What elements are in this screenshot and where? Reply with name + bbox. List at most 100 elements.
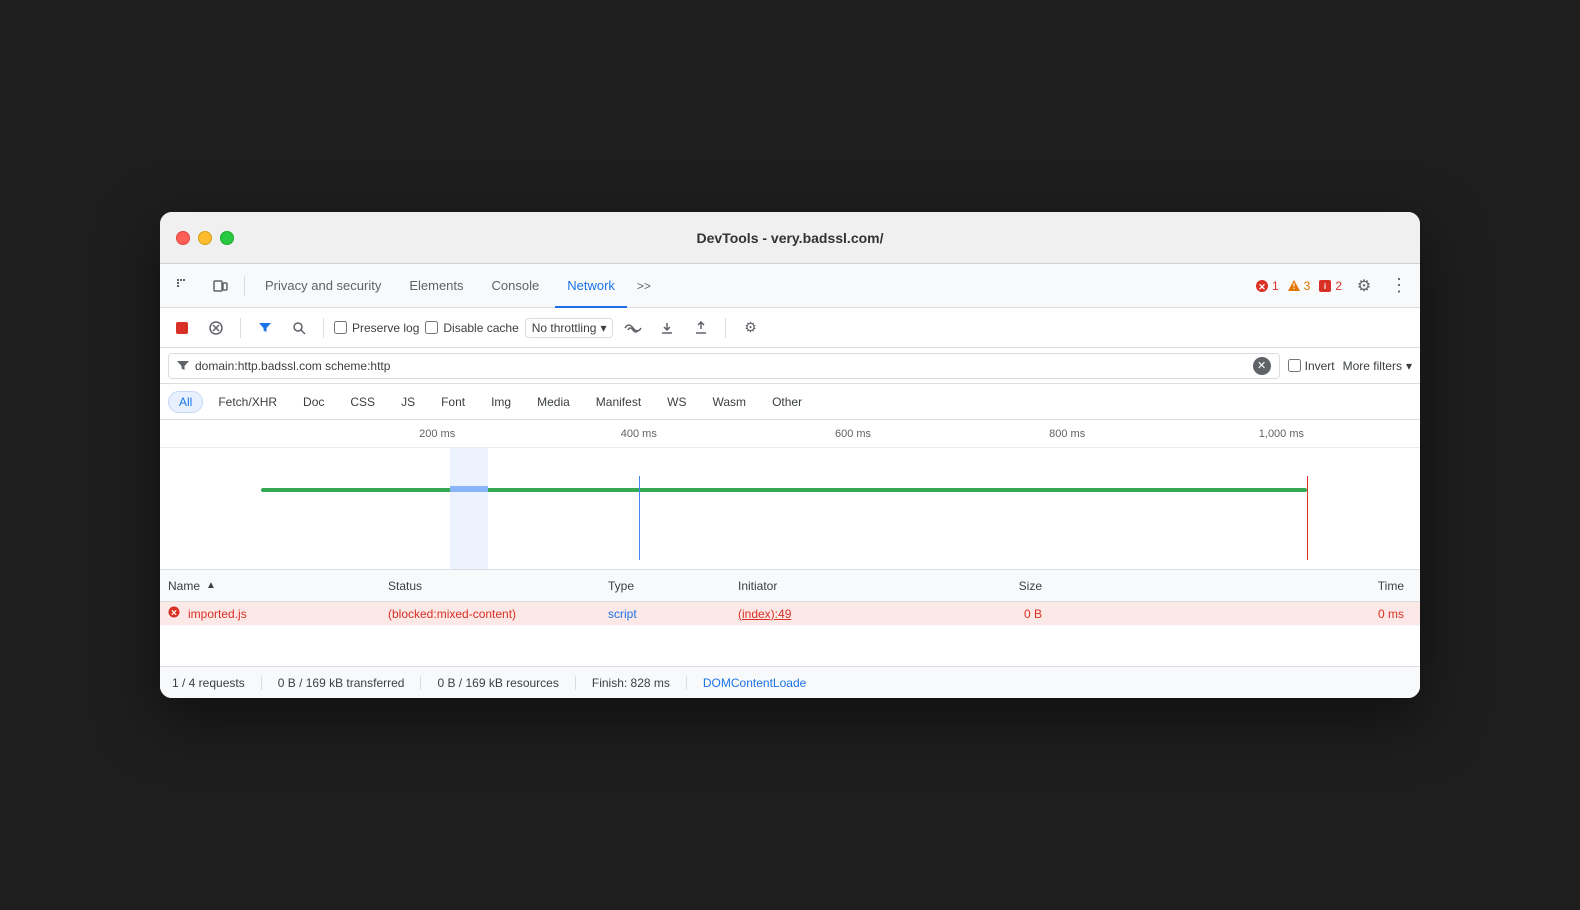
import-icon[interactable] — [653, 314, 681, 342]
tab-privacy[interactable]: Privacy and security — [253, 264, 393, 308]
ruler-800ms: 800 ms — [1049, 428, 1085, 440]
type-filter-doc[interactable]: Doc — [292, 391, 335, 413]
main-toolbar: Privacy and security Elements Console Ne… — [160, 264, 1420, 308]
row-error-icon: ✕ — [168, 606, 180, 621]
row-initiator-cell: (index):49 — [738, 607, 938, 621]
search-icon[interactable] — [285, 314, 313, 342]
disable-cache-checkbox[interactable] — [425, 321, 438, 334]
type-filter-all[interactable]: All — [168, 391, 203, 413]
type-filter-ws[interactable]: WS — [656, 391, 697, 413]
maximize-button[interactable] — [220, 231, 234, 245]
row-type-cell: script — [608, 607, 738, 621]
devtools-window: DevTools - very.badssl.com/ Privacy and … — [160, 212, 1420, 698]
inspector-icon[interactable] — [168, 270, 200, 302]
tab-overflow[interactable]: >> — [631, 279, 657, 293]
info-icon: i — [1318, 279, 1332, 293]
timeline-area: 200 ms 400 ms 600 ms 800 ms 1,000 ms — [160, 420, 1420, 570]
export-icon[interactable] — [687, 314, 715, 342]
empty-area — [160, 626, 1420, 666]
table-row[interactable]: ✕ imported.js (blocked:mixed-content) sc… — [160, 602, 1420, 626]
ruler-1000ms: 1,000 ms — [1259, 428, 1304, 440]
warning-badge[interactable]: ! 3 — [1287, 279, 1311, 293]
preserve-log-label[interactable]: Preserve log — [334, 321, 419, 335]
minimize-button[interactable] — [198, 231, 212, 245]
network-conditions-icon[interactable] — [619, 314, 647, 342]
tab-elements[interactable]: Elements — [397, 264, 475, 308]
preserve-log-checkbox[interactable] — [334, 321, 347, 334]
type-filter-fetch[interactable]: Fetch/XHR — [207, 391, 288, 413]
status-requests: 1 / 4 requests — [172, 676, 262, 690]
more-options-icon[interactable]: ⋮ — [1386, 275, 1412, 296]
sort-arrow-icon: ▲ — [206, 580, 216, 591]
type-filter-css[interactable]: CSS — [339, 391, 386, 413]
timeline-blue-segment — [450, 486, 488, 492]
status-finish: Finish: 828 ms — [592, 676, 687, 690]
col-header-name[interactable]: Name ▲ — [168, 579, 388, 593]
title-bar: DevTools - very.badssl.com/ — [160, 212, 1420, 264]
settings-icon[interactable]: ⚙ — [1350, 272, 1378, 300]
close-button[interactable] — [176, 231, 190, 245]
status-domcontentloaded[interactable]: DOMContentLoade — [703, 676, 806, 690]
throttle-select[interactable]: No throttling ▾ — [525, 318, 614, 338]
error-badge[interactable]: ✕ 1 — [1255, 279, 1279, 293]
invert-label[interactable]: Invert — [1288, 359, 1335, 373]
toolbar-divider-1 — [244, 276, 245, 296]
table-body: ✕ imported.js (blocked:mixed-content) sc… — [160, 602, 1420, 626]
more-filters-button[interactable]: More filters ▾ — [1343, 359, 1412, 373]
error-circle-icon: ✕ — [1255, 279, 1269, 293]
filter-funnel-icon — [177, 360, 189, 372]
col-header-time[interactable]: Time — [1058, 579, 1412, 593]
status-transferred: 0 B / 169 kB transferred — [278, 676, 422, 690]
more-filters-chevron-icon: ▾ — [1406, 359, 1412, 373]
toolbar-divider-4 — [725, 318, 726, 338]
type-filter-img[interactable]: Img — [480, 391, 522, 413]
row-name-cell: ✕ imported.js — [168, 606, 388, 621]
type-filter-bar: All Fetch/XHR Doc CSS JS Font Img Media … — [160, 384, 1420, 420]
type-filter-js[interactable]: JS — [390, 391, 426, 413]
col-header-status[interactable]: Status — [388, 579, 608, 593]
type-filter-manifest[interactable]: Manifest — [585, 391, 652, 413]
timeline-chart — [160, 448, 1420, 570]
toolbar-divider-3 — [323, 318, 324, 338]
svg-text:!: ! — [1292, 282, 1295, 291]
ruler-400ms: 400 ms — [621, 428, 657, 440]
record-stop-icon[interactable] — [168, 314, 196, 342]
type-filter-font[interactable]: Font — [430, 391, 476, 413]
device-mode-icon[interactable] — [204, 270, 236, 302]
status-resources: 0 B / 169 kB resources — [437, 676, 575, 690]
network-settings-icon[interactable]: ⚙ — [736, 314, 764, 342]
row-time-cell: 0 ms — [1058, 607, 1412, 621]
filter-bar: ✕ Invert More filters ▾ — [160, 348, 1420, 384]
timeline-vline-dcl — [639, 476, 641, 560]
timeline-vline-load — [1307, 476, 1309, 560]
type-filter-wasm[interactable]: Wasm — [702, 391, 758, 413]
traffic-lights — [176, 231, 234, 245]
svg-text:i: i — [1324, 282, 1326, 291]
badge-group: ✕ 1 ! 3 i 2 — [1255, 272, 1412, 300]
toolbar-divider-2 — [240, 318, 241, 338]
col-header-type[interactable]: Type — [608, 579, 738, 593]
filter-icon[interactable] — [251, 314, 279, 342]
type-filter-other[interactable]: Other — [761, 391, 813, 413]
clear-icon[interactable] — [202, 314, 230, 342]
filter-clear-button[interactable]: ✕ — [1253, 357, 1271, 375]
disable-cache-label[interactable]: Disable cache — [425, 321, 518, 335]
filter-input-wrapper: ✕ — [168, 353, 1280, 379]
ruler-600ms: 600 ms — [835, 428, 871, 440]
type-filter-media[interactable]: Media — [526, 391, 581, 413]
table-header: Name ▲ Status Type Initiator Size Time — [160, 570, 1420, 602]
filter-text-input[interactable] — [195, 359, 1247, 373]
row-status-cell: (blocked:mixed-content) — [388, 607, 608, 621]
col-header-size[interactable]: Size — [938, 579, 1058, 593]
col-header-initiator[interactable]: Initiator — [738, 579, 938, 593]
svg-text:✕: ✕ — [171, 609, 178, 618]
tab-network[interactable]: Network — [555, 264, 627, 308]
row-size-cell: 0 B — [938, 607, 1058, 621]
info-badge[interactable]: i 2 — [1318, 279, 1342, 293]
tab-console[interactable]: Console — [480, 264, 552, 308]
invert-checkbox[interactable] — [1288, 359, 1301, 372]
timeline-green-bar — [261, 488, 1307, 492]
status-bar: 1 / 4 requests 0 B / 169 kB transferred … — [160, 666, 1420, 698]
timeline-ruler: 200 ms 400 ms 600 ms 800 ms 1,000 ms — [160, 420, 1420, 448]
warning-icon: ! — [1287, 279, 1301, 293]
